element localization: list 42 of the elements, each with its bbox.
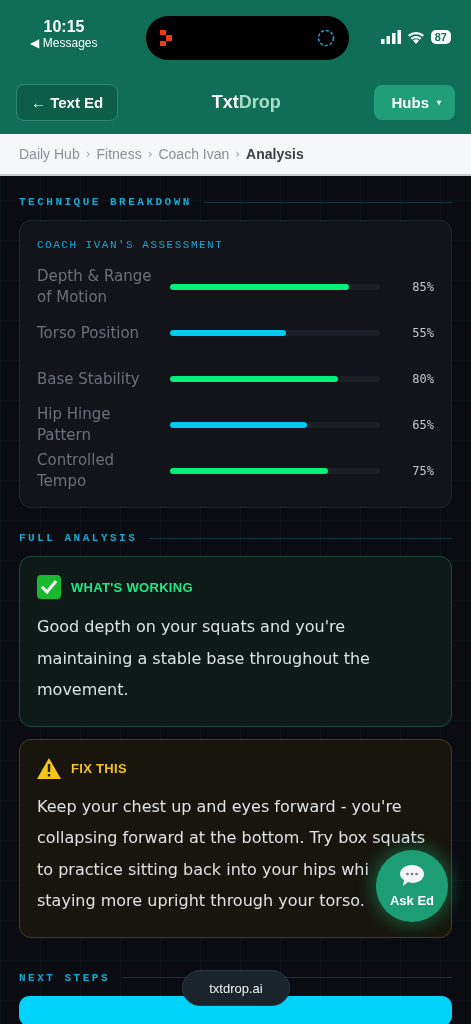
check-icon — [37, 575, 61, 599]
card-text-line: staying more upright through your torso. — [37, 890, 365, 912]
url-pill: txtdrop.ai — [182, 970, 290, 1006]
card-title: COACH IVAN'S ASSESSMENT — [37, 239, 225, 251]
metric-label: Depth & Range of Motion — [37, 266, 153, 308]
hubs-menu-button[interactable]: Hubs ▾ — [374, 85, 455, 120]
app-logo: TxtDrop — [211, 92, 281, 113]
status-time: 10:15 — [43, 18, 85, 36]
app-activity-icon — [159, 30, 174, 46]
chat-bubble-icon — [399, 864, 425, 888]
section-heading: TECHNIQUE BREAKDOWN — [19, 196, 192, 208]
signal-icon — [380, 30, 401, 44]
wifi-icon — [406, 30, 425, 44]
breadcrumb-separator: › — [235, 147, 241, 161]
card-title: WHAT'S WORKING — [71, 579, 193, 595]
breadcrumb-separator: › — [85, 147, 91, 161]
metric-percent: 80% — [411, 372, 434, 386]
breadcrumb-link[interactable]: Fitness — [96, 146, 142, 162]
section-heading: NEXT STEPS — [19, 971, 110, 984]
section-heading: FULL ANALYSIS — [19, 532, 138, 544]
metric-label: Hip Hinge Pattern — [37, 404, 112, 446]
card-title: FIX THIS — [71, 760, 127, 776]
card-text-line: collapsing forward at the bottom. Try box squats — [37, 827, 426, 849]
metric-percent: 85% — [411, 280, 434, 294]
metric-label: Base Stability — [37, 368, 141, 390]
loading-ring-icon — [316, 29, 335, 47]
card-text-line: to practice sitting back into your hips whi — [37, 858, 369, 881]
card-text: Good depth on your squats and you're maintaining a stable base throughout the movement. — [37, 616, 371, 701]
breadcrumb-separator: › — [147, 147, 153, 161]
metric-percent: 65% — [411, 418, 434, 432]
card-text-line: Keep your chest up and eyes forward - you're — [37, 795, 402, 818]
back-to-app-link[interactable]: ◀ Messages — [30, 36, 98, 50]
metric-label: Torso Position — [37, 322, 141, 344]
battery-indicator: 87 — [430, 30, 451, 44]
warning-icon — [37, 757, 61, 779]
breadcrumb-link[interactable]: Daily Hub — [19, 146, 80, 162]
back-button[interactable]: ← Text Ed — [16, 84, 119, 121]
metric-label: Controlled Tempo — [37, 450, 116, 492]
breadcrumb-link[interactable]: Coach Ivan — [158, 146, 230, 162]
metric-percent: 55% — [411, 326, 434, 340]
breadcrumb-link[interactable]: Analysis — [246, 146, 304, 162]
metric-percent: 75% — [411, 464, 434, 478]
